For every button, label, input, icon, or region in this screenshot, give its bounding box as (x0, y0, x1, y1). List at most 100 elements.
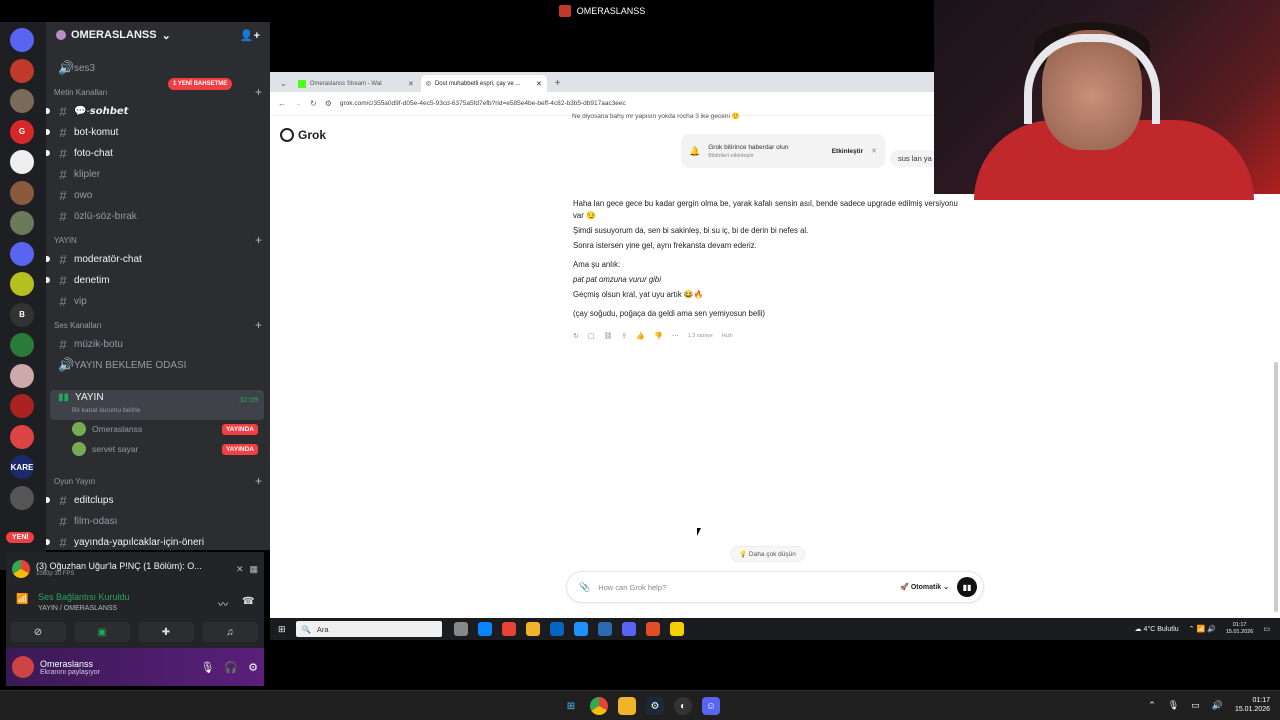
mic-icon[interactable]: 🎙 (1168, 700, 1179, 711)
tab-stream[interactable]: Omeraslanss Stream - Wat ✕ (293, 75, 419, 92)
store-icon[interactable] (549, 622, 564, 636)
server-icon[interactable] (10, 211, 34, 235)
channel-category[interactable]: Oyun Yayın + (54, 474, 262, 488)
add-channel-icon[interactable]: + (255, 233, 262, 247)
channel-category[interactable]: Ses Kanalları + (54, 318, 262, 332)
voice-user[interactable]: servet sayar YAYINDA (72, 440, 262, 458)
thumbs-up-icon[interactable]: 👍 (636, 332, 645, 340)
server-icon[interactable] (10, 363, 34, 388)
server-icon[interactable] (10, 394, 34, 418)
url-field[interactable]: grok.com/c/355a0d9f-d05e-4ec5-93cd-6375a… (340, 100, 626, 107)
monitor-icon[interactable]: ▭ (1191, 700, 1200, 711)
server-icon[interactable] (10, 485, 34, 510)
inner-clock[interactable]: 01:17 15.01.2026 (1226, 622, 1254, 636)
server-icon[interactable] (10, 150, 34, 174)
server-icon[interactable] (10, 89, 34, 113)
server-icon[interactable]: B (10, 302, 34, 327)
site-info-icon[interactable]: ⚙ (325, 99, 332, 108)
obs-icon[interactable]: ◐ (674, 697, 692, 715)
channel-category[interactable]: YAYIN + (54, 233, 262, 247)
chrome-icon[interactable] (501, 622, 516, 636)
soundboard-button[interactable]: ♫ (202, 622, 258, 642)
channel-item[interactable]: # editclups (46, 490, 266, 510)
channel-item[interactable]: # film-odası (50, 511, 266, 531)
close-icon[interactable]: ✕ (408, 80, 414, 88)
steam-icon[interactable] (597, 622, 612, 636)
chrome-icon[interactable] (590, 697, 608, 715)
task-view-icon[interactable] (453, 622, 468, 636)
edge-icon[interactable] (477, 622, 492, 636)
mode-select[interactable]: 🚀 Otomatik ⌄ (900, 583, 949, 591)
thumbs-down-icon[interactable]: 👎 (654, 332, 663, 340)
prompt-input[interactable]: How can Grok help? (598, 583, 666, 592)
mail-icon[interactable] (573, 622, 588, 636)
guild-header[interactable]: OMERASLANSS ⌄ 👤+ (46, 22, 270, 48)
volume-icon[interactable]: 🔊 (1212, 700, 1223, 711)
camera-off-button[interactable]: ⊘ (10, 622, 66, 642)
channel-item[interactable]: # denetim (46, 270, 266, 290)
folder-icon[interactable] (525, 622, 540, 636)
more-icon[interactable]: ⋯ (672, 332, 679, 340)
think-harder-button[interactable]: 💡 Daha çok düşün (730, 546, 805, 562)
chevron-up-icon[interactable]: ⌃ (1148, 700, 1156, 711)
channel-item[interactable]: # yayında-yapılcaklar-için-öneri (46, 532, 266, 550)
server-icon[interactable] (10, 28, 34, 52)
channel-item[interactable]: # özlü-söz-bırak (50, 206, 266, 226)
attach-icon[interactable]: 📎 (579, 582, 590, 593)
tab-grok[interactable]: ◎ Dost muhabbetli espri, çay ve ... ✕ (420, 75, 547, 92)
windows-start-icon[interactable]: ⊞ (562, 697, 580, 715)
channel-item[interactable]: 🔊 YAYIN BEKLEME ODASI (50, 355, 266, 375)
activities-button[interactable]: ✚ (138, 622, 194, 642)
activity-menu-icon[interactable]: ▦ (249, 564, 258, 575)
voice-user[interactable]: Omeraslanss YAYINDA (72, 420, 262, 438)
scrollbar[interactable] (1274, 362, 1278, 612)
disconnect-icon[interactable]: ☎ (242, 596, 254, 607)
voice-mode-button[interactable]: ▮▮ (957, 577, 977, 597)
server-icon[interactable] (10, 180, 34, 205)
discord-icon[interactable] (621, 622, 636, 636)
share-icon[interactable]: ⇪ (621, 332, 627, 340)
live-badge[interactable]: YAYINDA (221, 443, 258, 455)
firefox-icon[interactable] (645, 622, 660, 636)
kick-icon[interactable] (669, 622, 684, 636)
server-icon[interactable] (10, 333, 34, 357)
prompt-box[interactable]: 📎 How can Grok help? 🚀 Otomatik ⌄ ▮▮ (566, 571, 984, 603)
server-icon[interactable]: KARE (10, 455, 34, 479)
link-icon[interactable]: ⛓ (604, 332, 613, 340)
new-tab-button[interactable]: + (549, 75, 567, 92)
forward-icon[interactable]: → (294, 99, 302, 108)
channel-item[interactable]: # owo (50, 185, 266, 205)
channel-item[interactable]: # bot-komut (46, 122, 266, 142)
weather-widget[interactable]: ☁ 4°C Bulutlu (1135, 625, 1179, 633)
activity-panel[interactable]: (3) Oğuzhan Uğur'la P!NÇ (1 Bölüm): O...… (6, 552, 264, 586)
voice-channel-status[interactable]: Bir kanal durumu belirle (72, 407, 140, 414)
channel-item[interactable]: # moderatör-chat (46, 249, 266, 269)
server-icon[interactable] (10, 424, 34, 449)
server-icon[interactable]: G (10, 119, 34, 144)
headphones-icon[interactable]: 🎧 (224, 661, 238, 674)
channel-category[interactable]: Metin Kanalları + (54, 85, 262, 99)
close-icon[interactable]: ✕ (871, 147, 877, 155)
reload-icon[interactable]: ↻ (310, 99, 317, 108)
channel-item[interactable]: # vip (50, 291, 266, 311)
taskbar-search[interactable]: 🔍 Ara (295, 621, 442, 637)
outer-clock[interactable]: 01:17 15.01.2026 (1235, 696, 1270, 714)
server-icon[interactable] (10, 241, 34, 266)
close-icon[interactable]: ✕ (536, 80, 542, 88)
server-icon[interactable] (10, 272, 34, 296)
regenerate-icon[interactable]: ↻ (573, 332, 579, 340)
server-icon[interactable] (10, 58, 34, 83)
add-channel-icon[interactable]: + (255, 318, 262, 332)
discord-icon[interactable]: ☺ (702, 697, 720, 715)
live-badge[interactable]: YAYINDA (221, 423, 258, 435)
tab-list-icon[interactable]: ⌄ (276, 75, 291, 92)
channel-item[interactable]: # müzik-botu (50, 334, 266, 354)
noise-suppression-icon[interactable]: 〰 (218, 596, 228, 611)
enable-notif-button[interactable]: Etkinleştir (832, 148, 863, 155)
steam-icon[interactable]: ⚙ (646, 697, 664, 715)
comment-icon[interactable]: ▢ (588, 332, 595, 340)
notification-icon[interactable]: ▭ (1263, 625, 1270, 633)
windows-start-icon[interactable]: ⊞ (278, 624, 286, 635)
add-member-icon[interactable]: 👤+ (240, 29, 260, 42)
channel-item[interactable]: # 💬-𝙨𝙤𝙝𝙗𝙚𝙩 (46, 101, 266, 121)
